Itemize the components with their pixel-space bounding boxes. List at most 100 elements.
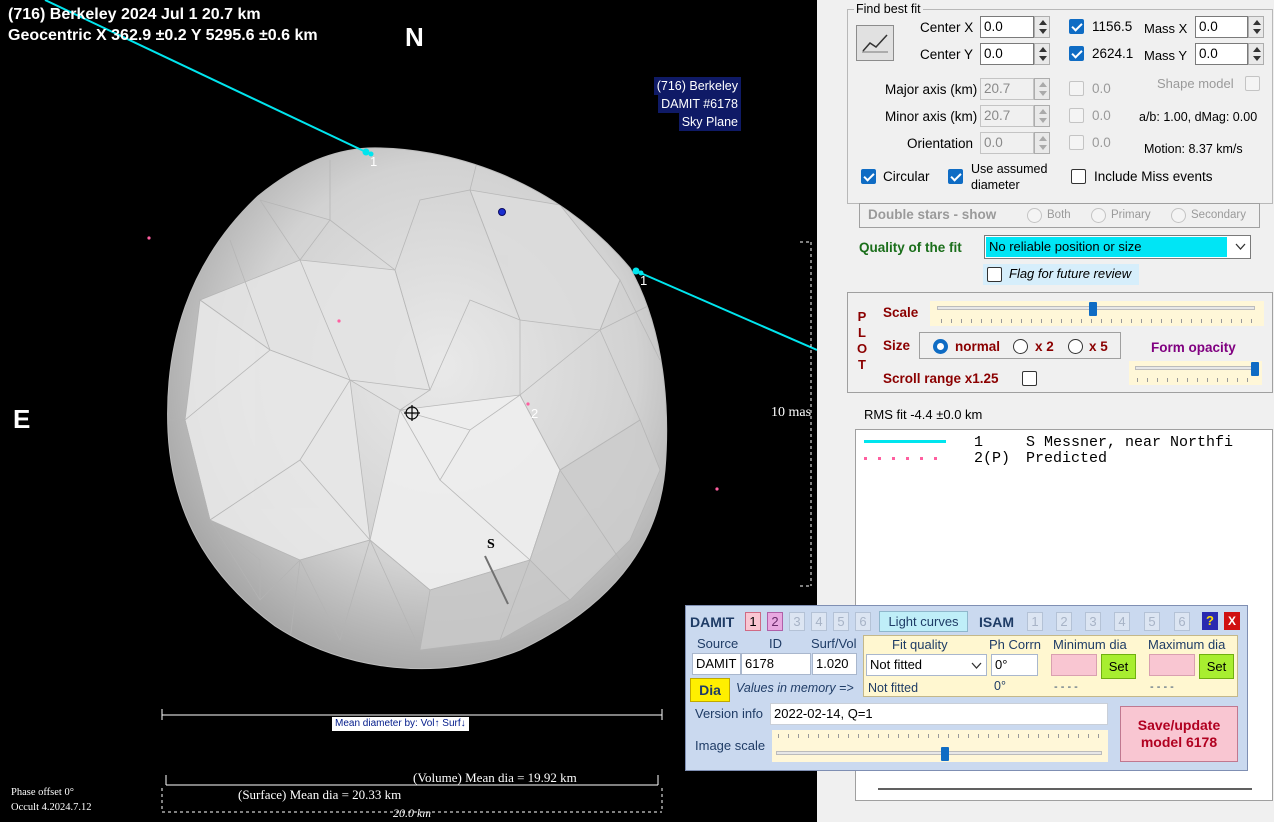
max-dia-input[interactable] xyxy=(1149,654,1195,676)
object-info-box: (716) Berkeley DAMIT #6178 Sky Plane xyxy=(653,77,741,131)
legend-row-2-num: 2(P) xyxy=(974,450,1011,467)
include-miss-checkbox[interactable] xyxy=(1071,169,1086,184)
damit-model-3-button[interactable]: 3 xyxy=(789,612,805,631)
chord-label-1-ingress: 1 xyxy=(370,154,378,169)
minor-axis-spinner[interactable] xyxy=(1034,105,1050,127)
fit-major-axis-checkbox[interactable] xyxy=(1069,81,1084,96)
isam-model-6-button[interactable]: 6 xyxy=(1174,612,1190,631)
center-x-fit-value: 1156.5 xyxy=(1092,19,1133,34)
ph-corrn-label: Ph Corrn xyxy=(989,637,1042,652)
ph-corrn-input[interactable]: 0° xyxy=(991,654,1038,676)
damit-model-5-button[interactable]: 5 xyxy=(833,612,849,631)
size-normal-label: normal xyxy=(955,339,1001,354)
surface-mean-dia: (Surface) Mean dia = 20.33 km xyxy=(238,787,402,802)
fit-center-x-checkbox[interactable] xyxy=(1069,19,1084,34)
damit-model-6-button[interactable]: 6 xyxy=(855,612,871,631)
image-scale-thumb[interactable] xyxy=(941,747,950,761)
legend-row-1-num: 1 xyxy=(974,434,984,451)
help-button[interactable]: ? xyxy=(1202,612,1218,630)
fit-center-y-checkbox[interactable] xyxy=(1069,46,1084,61)
mem-min-dia: - - - - xyxy=(1054,681,1078,693)
mass-x-input[interactable]: 0.0 xyxy=(1195,16,1248,38)
mas-scale-label: 10 mas xyxy=(771,405,812,420)
damit-shape-model-window: DAMIT 1 2 3 4 5 6 Light curves ISAM 1 2 … xyxy=(685,605,1248,771)
center-y-input[interactable]: 0.0 xyxy=(980,43,1034,65)
circular-label: Circular xyxy=(883,169,930,184)
major-axis-input[interactable]: 20.7 xyxy=(980,78,1034,100)
orientation-spinner[interactable] xyxy=(1034,132,1050,154)
chord-label-1-egress: 1 xyxy=(640,273,648,288)
isam-model-1-button[interactable]: 1 xyxy=(1027,612,1043,631)
light-curves-button[interactable]: Light curves xyxy=(879,611,968,632)
size-x2-radio[interactable] xyxy=(1013,339,1028,354)
max-dia-label: Maximum dia xyxy=(1148,637,1226,652)
find-best-fit-button[interactable] xyxy=(856,25,894,61)
double-both-label: Both xyxy=(1047,209,1071,221)
flag-review-label: Flag for future review xyxy=(1009,266,1132,281)
mem-max-dia: - - - - xyxy=(1150,681,1174,693)
fit-orientation-checkbox[interactable] xyxy=(1069,135,1084,150)
east-label: E xyxy=(13,404,31,434)
north-label: N xyxy=(405,22,424,52)
plot-title-line1: (716) Berkeley 2024 Jul 1 20.7 km xyxy=(8,6,261,23)
rms-fit-text: RMS fit -4.4 ±0.0 km xyxy=(864,407,983,422)
double-primary-radio[interactable] xyxy=(1091,208,1106,223)
major-axis-spinner[interactable] xyxy=(1034,78,1050,100)
double-both-radio[interactable] xyxy=(1027,208,1042,223)
scale-slider-thumb[interactable] xyxy=(1088,302,1097,316)
fit-minor-axis-checkbox[interactable] xyxy=(1069,108,1084,123)
mass-y-spinner[interactable] xyxy=(1248,43,1264,65)
minor-axis-input[interactable]: 20.7 xyxy=(980,105,1034,127)
center-x-label: Center X xyxy=(920,20,974,35)
damit-model-2-button[interactable]: 2 xyxy=(767,612,783,631)
damit-title: DAMIT xyxy=(690,614,735,630)
shape-model-checkbox[interactable] xyxy=(1245,76,1260,91)
min-dia-set-button[interactable]: Set xyxy=(1101,654,1136,679)
center-y-spinner[interactable] xyxy=(1034,43,1050,65)
isam-model-3-button[interactable]: 3 xyxy=(1085,612,1101,631)
motion-text: Motion: 8.37 km/s xyxy=(1144,142,1243,156)
volume-mean-dia: (Volume) Mean dia = 19.92 km xyxy=(413,770,577,785)
center-x-spinner[interactable] xyxy=(1034,16,1050,38)
flag-review-checkbox[interactable] xyxy=(987,267,1002,282)
max-dia-set-button[interactable]: Set xyxy=(1199,654,1234,679)
mass-y-input[interactable]: 0.0 xyxy=(1195,43,1248,65)
quality-value: No reliable position or size xyxy=(986,237,1227,257)
size-x5-radio[interactable] xyxy=(1068,339,1083,354)
fit-quality-dropdown[interactable]: Not fitted xyxy=(866,654,987,676)
scale-slider[interactable] xyxy=(930,301,1264,326)
orientation-label: Orientation xyxy=(907,136,974,151)
center-x-input[interactable]: 0.0 xyxy=(980,16,1034,38)
scale-bar-label: 20.0 km xyxy=(393,806,431,820)
orientation-fit-value: 0.0 xyxy=(1092,135,1111,150)
mean-diameter-label: Mean diameter by: Vol↑ Surf↓ xyxy=(332,717,469,731)
circular-checkbox[interactable] xyxy=(861,169,876,184)
double-secondary-label: Secondary xyxy=(1191,209,1246,221)
orientation-input[interactable]: 0.0 xyxy=(980,132,1034,154)
dia-button[interactable]: Dia xyxy=(690,678,730,702)
damit-model-4-button[interactable]: 4 xyxy=(811,612,827,631)
isam-model-4-button[interactable]: 4 xyxy=(1114,612,1130,631)
version-info-label: Version info xyxy=(695,706,763,721)
double-secondary-radio[interactable] xyxy=(1171,208,1186,223)
image-scale-slider[interactable] xyxy=(772,730,1108,762)
form-opacity-slider[interactable] xyxy=(1129,361,1262,385)
save-update-model-button[interactable]: Save/update model 6178 xyxy=(1120,706,1238,762)
isam-model-2-button[interactable]: 2 xyxy=(1056,612,1072,631)
observed-chord-egress-line xyxy=(635,270,817,351)
isam-model-5-button[interactable]: 5 xyxy=(1144,612,1160,631)
legend-chord-swatch xyxy=(864,440,946,443)
scroll-range-label: Scroll range x1.25 xyxy=(883,371,999,386)
legend-scrollbar[interactable] xyxy=(878,788,1252,790)
close-button[interactable]: X xyxy=(1224,612,1240,630)
use-assumed-diameter-checkbox[interactable] xyxy=(948,169,963,184)
quality-dropdown[interactable]: No reliable position or size xyxy=(984,235,1251,259)
mass-x-spinner[interactable] xyxy=(1248,16,1264,38)
size-normal-radio[interactable] xyxy=(933,339,948,354)
id-value: 6178 xyxy=(741,653,811,675)
scale-label: Scale xyxy=(883,305,919,320)
scroll-range-checkbox[interactable] xyxy=(1022,371,1037,386)
opacity-slider-thumb[interactable] xyxy=(1251,362,1259,376)
min-dia-input[interactable] xyxy=(1051,654,1097,676)
damit-model-1-button[interactable]: 1 xyxy=(745,612,761,631)
